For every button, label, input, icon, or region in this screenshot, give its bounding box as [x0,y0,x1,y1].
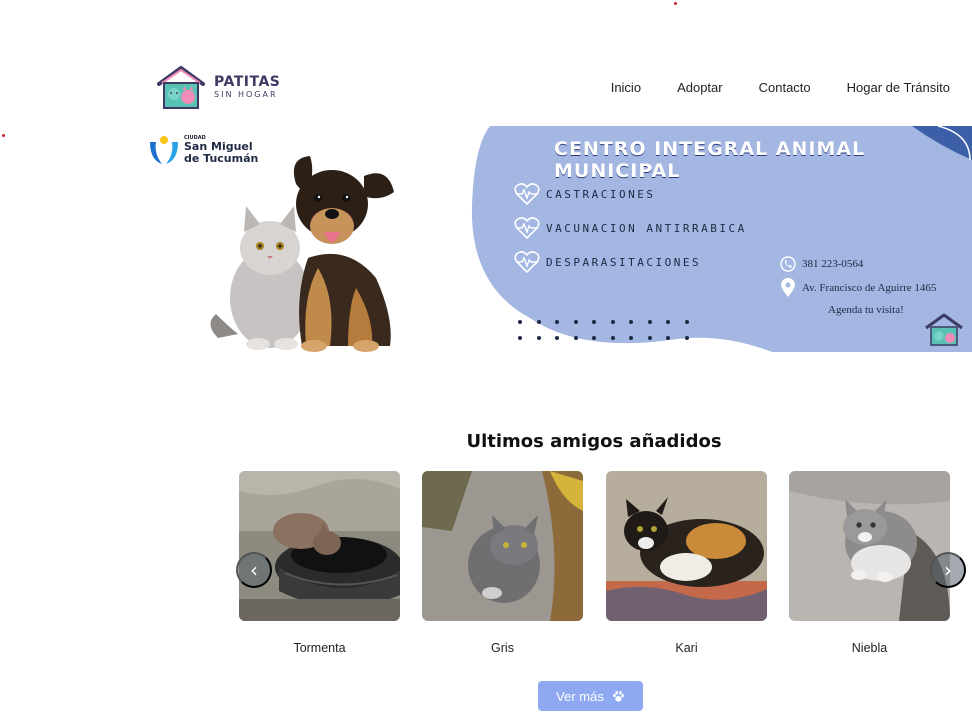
service-label: VACUNACION ANTIRRABICA [546,221,747,235]
brand-mini-logo-icon [925,313,963,346]
pet-card[interactable]: Kari [606,471,767,655]
pet-card[interactable]: Niebla [789,471,950,655]
main-nav: Inicio Adoptar Contacto Hogar de Tránsit… [611,80,950,95]
decor-dot [674,2,677,5]
service-item: VACUNACION ANTIRRABICA [514,216,747,240]
carousel-next-button[interactable]: › [930,552,966,588]
pet-name: Tormenta [293,641,346,655]
pet-name: Kari [675,641,698,655]
pet-card[interactable]: Gris [422,471,583,655]
service-label: DESPARASITACIONES [546,255,702,269]
banner-title: CENTRO INTEGRAL ANIMAL MUNICIPAL [554,138,866,182]
house-pets-icon [157,66,205,109]
pet-photo [239,471,400,621]
pet-name: Niebla [851,641,888,655]
cat-and-dog-image [210,156,394,352]
ver-mas-label: Ver más [556,688,604,704]
phone-text: 381 223-0564 [802,258,864,270]
nav-link-inicio[interactable]: Inicio [611,80,641,95]
visit-text: Agenda tu visita! [828,304,904,316]
address-text: Av. Francisco de Aguirre 1465 [802,282,937,294]
section-title: Ultimos amigos añadidos [466,431,722,452]
nav-link-contacto[interactable]: Contacto [759,80,811,95]
hero-banner: CIUDAD San Miguel de Tucumán CENTRO INTE… [144,126,972,352]
brand-tagline: SIN HOGAR [214,90,278,99]
chevron-right-icon: › [944,558,952,582]
location-pin-icon [781,278,795,297]
banner-phone: 381 223-0564 [780,256,863,272]
ver-mas-button[interactable]: Ver más [538,681,643,711]
service-item: CASTRACIONES [514,182,655,206]
heartbeat-icon [514,217,540,240]
service-label: CASTRACIONES [546,187,656,201]
nav-link-hogar-transito[interactable]: Hogar de Tránsito [847,80,950,95]
paw-icon [612,690,624,702]
brand-logo[interactable]: PATITAS SIN HOGAR [156,64,280,110]
heartbeat-icon [514,251,540,274]
brand-name: PATITAS [214,74,281,90]
chevron-left-icon: ‹ [250,558,258,582]
banner-address: Av. Francisco de Aguirre 1465 [780,278,936,298]
service-item: DESPARASITACIONES [514,250,701,274]
decor-dots [518,320,691,340]
nav-link-adoptar[interactable]: Adoptar [677,80,723,95]
pet-photo [422,471,583,621]
decor-dot [2,134,5,137]
phone-icon [780,256,796,272]
city-emblem-icon [150,136,178,164]
pet-photo [789,471,950,621]
carousel-prev-button[interactable]: ‹ [236,552,272,588]
pet-name: Gris [491,641,514,655]
pet-photo [606,471,767,621]
heartbeat-icon [514,183,540,206]
